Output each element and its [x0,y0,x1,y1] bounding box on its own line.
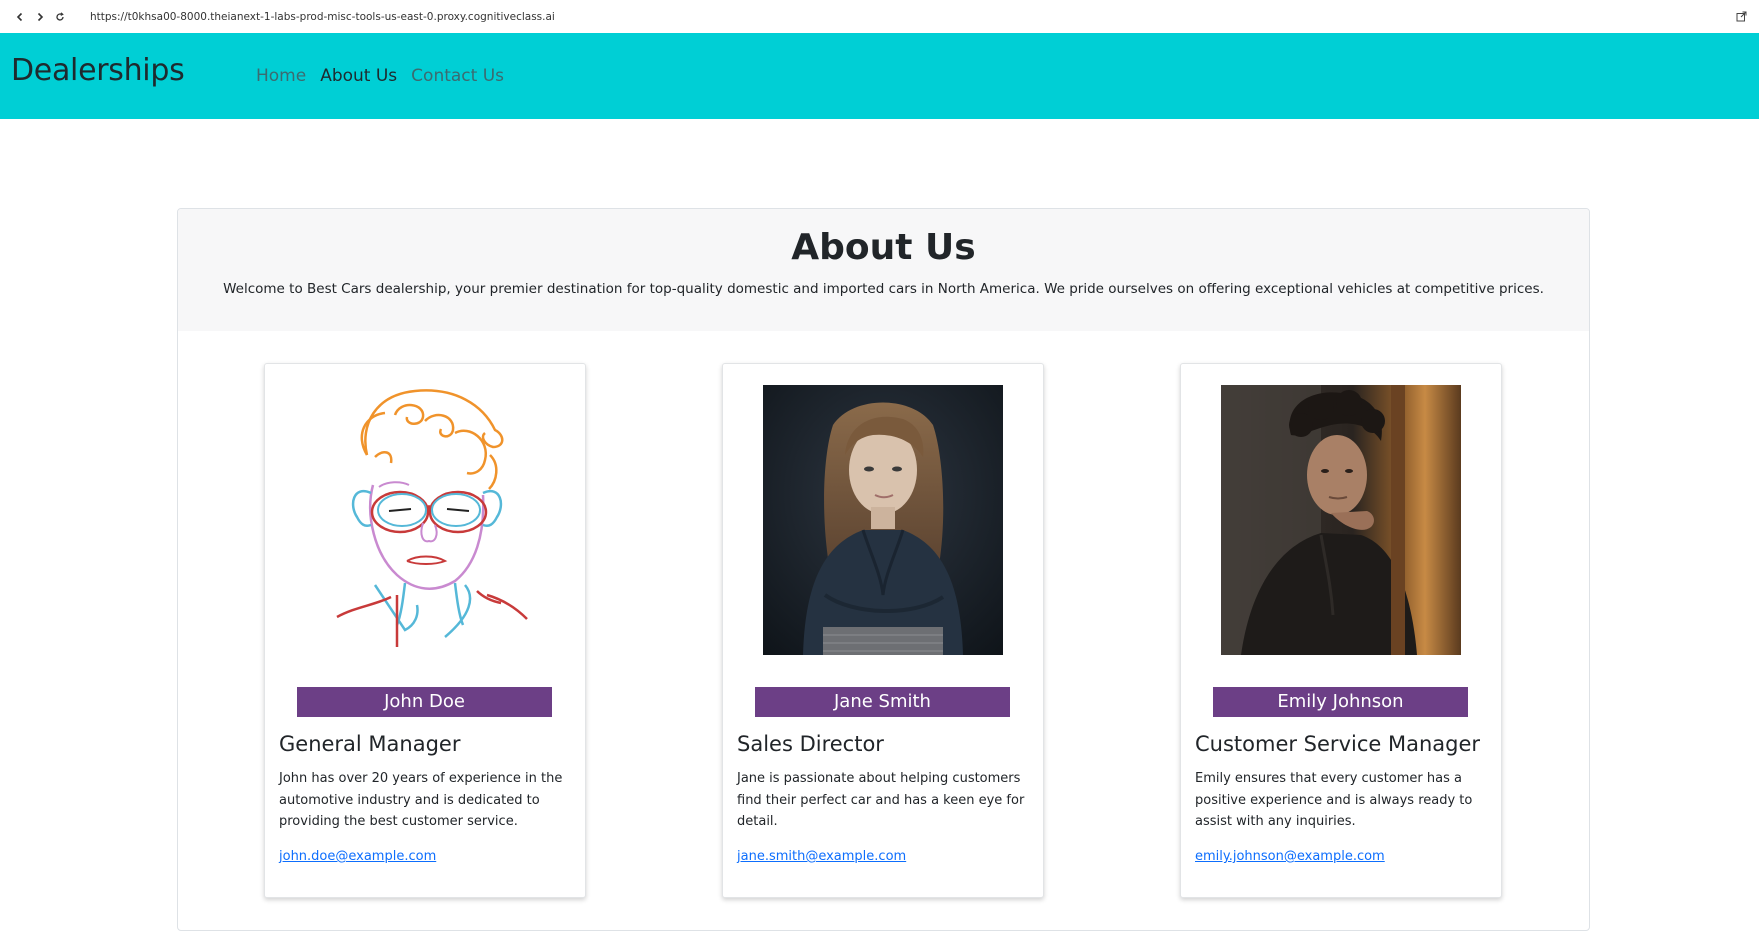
team-member-role: Sales Director [737,732,884,756]
about-header: About Us Welcome to Best Cars dealership… [178,209,1589,331]
portrait-photo-doorway-image [1221,385,1461,655]
address-bar-url[interactable]: https://t0khsa00-8000.theianext-1-labs-p… [90,11,555,23]
team-member-bio: John has over 20 years of experience in … [279,771,563,829]
back-icon[interactable] [10,7,30,27]
team-member-role: Customer Service Manager [1195,732,1481,756]
team-card-john-doe: John Doe General Manager John has over 2… [264,363,586,898]
about-card: About Us Welcome to Best Cars dealership… [177,208,1590,931]
team-member-name: John Doe [297,687,552,717]
team-card-jane-smith: Jane Smith Sales Director Jane is passio… [722,363,1044,898]
nav-links: Home About Us Contact Us [256,66,504,86]
browser-bar: https://t0khsa00-8000.theianext-1-labs-p… [0,0,1759,33]
team-member-name: Jane Smith [755,687,1010,717]
reload-icon[interactable] [50,7,70,27]
nav-home-link[interactable]: Home [256,66,306,86]
team-member-name: Emily Johnson [1213,687,1468,717]
team-card-emily-johnson: Emily Johnson Customer Service Manager E… [1180,363,1502,898]
page-title: About Us [791,227,976,268]
page-description: Welcome to Best Cars dealership, your pr… [223,281,1544,297]
team-member-email-link[interactable]: emily.johnson@example.com [1195,849,1385,864]
team-member-email-link[interactable]: john.doe@example.com [279,849,436,864]
team-member-bio: Jane is passionate about helping custome… [737,771,1025,829]
portrait-photo-woman-image [763,385,1003,655]
team-member-bio: Emily ensures that every customer has a … [1195,771,1473,829]
external-link-icon[interactable] [1733,8,1749,24]
team-member-role: General Manager [279,732,461,756]
forward-icon[interactable] [30,7,50,27]
top-navbar: Dealerships Home About Us Contact Us [0,33,1759,119]
team-member-email-link[interactable]: jane.smith@example.com [737,849,906,864]
line-drawing-portrait-image [305,385,545,655]
nav-about-link[interactable]: About Us [320,66,397,86]
nav-contact-link[interactable]: Contact Us [411,66,504,86]
brand-logo[interactable]: Dealerships [11,53,185,88]
